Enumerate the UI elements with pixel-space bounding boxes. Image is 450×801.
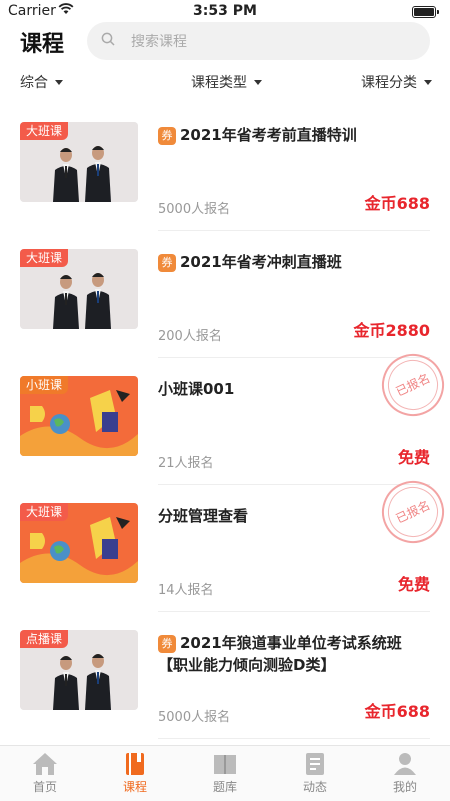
filter-comprehensive[interactable]: 综合 (20, 72, 63, 92)
tab-label: 首页 (32, 780, 57, 794)
course-item[interactable]: 小班课 小班课001 21人报名 免费 已报名 (0, 343, 450, 485)
course-title-text: 2021年省考考前直播特训 (180, 126, 357, 144)
enrolled-count: 21人报名 (158, 456, 214, 471)
course-title-text: 2021年省考冲刺直播班 (180, 253, 342, 271)
caret-down-icon (55, 79, 63, 85)
status-bar: Carrier 3:53 PM (0, 0, 450, 24)
bottom-tab-bar: 首页 课程 题库 动态 我的 (0, 745, 450, 801)
search-icon (101, 32, 115, 46)
page-title: 课程 (20, 32, 65, 57)
search-input[interactable] (129, 22, 413, 62)
coupon-badge: 券 (158, 254, 176, 272)
course-item[interactable]: 点播课 券 2021年狼道事业单位考试系统班【职业能力倾向测验D类】 5000人报… (0, 612, 450, 739)
divider (158, 738, 430, 739)
course-item[interactable]: 大班课 券 2021年省考冲刺直播班 200人报名 金币2880 (0, 231, 450, 358)
tab-label: 我的 (392, 780, 417, 794)
question-bank-icon (214, 755, 236, 774)
tab-label: 题库 (212, 780, 237, 794)
caret-down-icon (254, 79, 262, 85)
course-type-tag: 点播课 (20, 630, 69, 648)
coupon-badge: 券 (158, 127, 176, 145)
course-title: 券 2021年狼道事业单位考试系统班【职业能力倾向测验D类】 (158, 632, 430, 676)
profile-icon (394, 753, 416, 775)
course-title-text: 分班管理查看 (158, 507, 249, 525)
course-type-tag: 大班课 (20, 503, 69, 521)
course-type-tag: 大班课 (20, 122, 69, 140)
filter-bar: 综合 课程类型 课程分类 (0, 70, 450, 94)
tab-question-bank[interactable]: 题库 (185, 752, 265, 795)
filter-label: 综合 (20, 75, 48, 91)
enrolled-count: 14人报名 (158, 583, 214, 598)
course-item[interactable]: 大班课 分班管理查看 14人报名 免费 已报名 (0, 470, 450, 612)
header: 课程 (0, 22, 450, 62)
course-price: 免费 (397, 575, 430, 594)
search-bar[interactable] (87, 22, 430, 62)
course-price: 金币688 (364, 702, 430, 721)
tab-profile[interactable]: 我的 (365, 752, 445, 795)
tab-courses[interactable]: 课程 (95, 752, 175, 795)
caret-down-icon (424, 79, 432, 85)
tab-label: 课程 (122, 780, 147, 794)
course-thumbnail: 大班课 (20, 249, 138, 329)
course-price: 金币2880 (353, 321, 430, 340)
course-thumbnail: 点播课 (20, 630, 138, 710)
filter-label: 课程类型 (191, 75, 247, 91)
course-title: 券 2021年省考冲刺直播班 (158, 251, 430, 273)
course-title: 券 2021年省考考前直播特训 (158, 124, 430, 146)
course-item[interactable]: 大班课 券 2021年省考考前直播特训 5000人报名 金币688 (0, 104, 450, 231)
course-type-tag: 大班课 (20, 249, 69, 267)
enrolled-count: 200人报名 (158, 329, 222, 344)
status-time: 3:53 PM (193, 3, 257, 19)
course-thumbnail: 大班课 (20, 503, 138, 583)
course-price: 免费 (397, 448, 430, 467)
course-title-text: 小班课001 (158, 380, 235, 398)
coupon-badge: 券 (158, 635, 176, 653)
home-icon (33, 753, 57, 775)
tab-label: 动态 (302, 780, 327, 794)
battery-icon (412, 6, 439, 18)
course-price: 金币688 (364, 194, 430, 213)
course-thumbnail: 小班课 (20, 376, 138, 456)
course-thumbnail: 大班课 (20, 122, 138, 202)
book-icon (126, 753, 144, 775)
course-type-tag: 小班课 (20, 376, 69, 394)
tab-home[interactable]: 首页 (5, 752, 85, 795)
enrolled-count: 5000人报名 (158, 202, 231, 217)
filter-label: 课程分类 (361, 75, 417, 91)
enrolled-count: 5000人报名 (158, 710, 231, 725)
filter-course-category[interactable]: 课程分类 (361, 72, 432, 92)
course-title-text: 2021年狼道事业单位考试系统班【职业能力倾向测验D类】 (158, 634, 402, 674)
news-icon (306, 753, 324, 775)
tab-news[interactable]: 动态 (275, 752, 355, 795)
filter-course-type[interactable]: 课程类型 (191, 72, 262, 92)
